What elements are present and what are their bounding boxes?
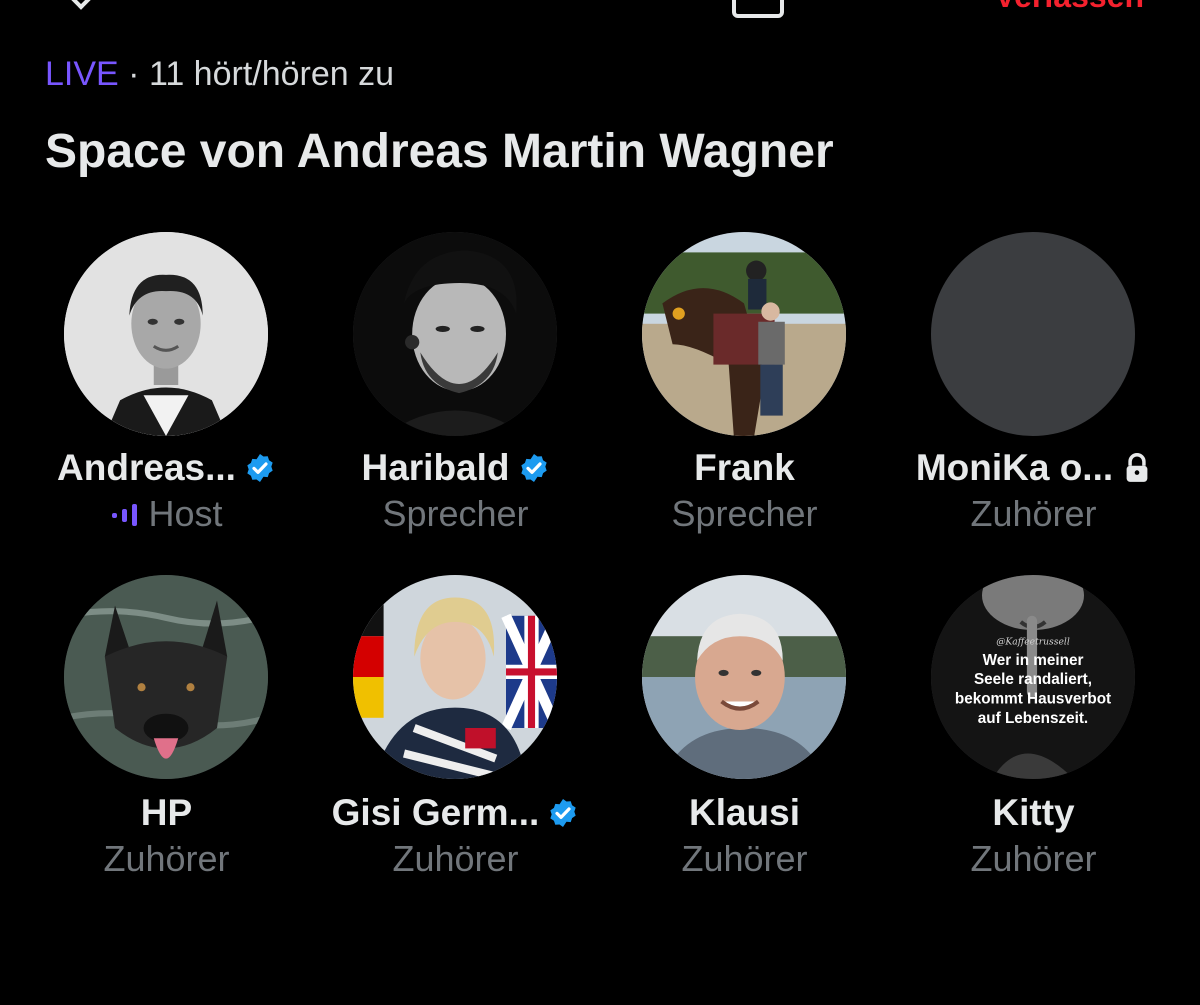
participant-name: Haribald: [361, 447, 510, 488]
participant-role: Zuhörer: [970, 493, 1097, 534]
participant-name: Klausi: [688, 792, 801, 833]
avatar[interactable]: [353, 575, 557, 779]
space-status: LIVE · 11 hört/hören zu: [45, 54, 394, 94]
status-separator: ·: [118, 55, 149, 93]
avatar[interactable]: [931, 232, 1135, 436]
participant-name: Kitty: [992, 792, 1075, 833]
participant-name: Gisi Germ...: [331, 792, 540, 833]
watermark-text: @Kaffeetrussell: [996, 636, 1070, 647]
quote-line: Seele randaliert,: [974, 671, 1092, 688]
speaking-bars-icon: [112, 504, 138, 526]
verified-badge-icon: [550, 799, 577, 827]
live-label: LIVE: [45, 55, 119, 93]
participant-haribald[interactable]: Haribald Sprecher: [311, 230, 600, 555]
quote-line: auf Lebenszeit.: [978, 710, 1088, 727]
participant-role: Host: [148, 493, 223, 534]
participant-name: Frank: [694, 447, 795, 488]
participant-monika[interactable]: MoniKa o... Zuhörer: [889, 230, 1178, 555]
participant-name: MoniKa o...: [915, 447, 1114, 488]
avatar[interactable]: @Kaffeetrussell Wer in meiner Seele rand…: [931, 575, 1135, 779]
share-icon[interactable]: [732, 0, 784, 18]
quote-line: bekommt Hausverbot: [955, 691, 1111, 708]
verified-badge-icon: [520, 454, 547, 482]
top-bar: Verlassen: [0, 0, 1200, 20]
lock-icon: [1126, 453, 1148, 482]
verified-badge-icon: [247, 454, 273, 482]
leave-button[interactable]: Verlassen: [995, 0, 1144, 12]
participant-name-row: Andreas...: [22, 446, 311, 490]
participant-role: Zuhörer: [103, 838, 230, 879]
participant-role: Sprecher: [382, 493, 529, 534]
participant-role-row: Host: [22, 492, 311, 536]
participant-andreas[interactable]: Andreas... Host: [22, 230, 311, 555]
participant-name: Andreas...: [57, 447, 236, 488]
avatar[interactable]: [642, 232, 846, 436]
participant-klausi[interactable]: Klausi Zuhörer: [600, 575, 889, 900]
participant-hp[interactable]: HP Zuhörer: [22, 575, 311, 900]
participant-name-row: Gisi Germ...: [311, 791, 600, 835]
participant-name-row: MoniKa o...: [889, 446, 1178, 490]
participant-role: Zuhörer: [970, 838, 1097, 879]
participant-role: Sprecher: [671, 493, 818, 534]
quote-line: Wer in meiner: [983, 652, 1084, 669]
avatar[interactable]: [64, 575, 268, 779]
avatar[interactable]: [642, 575, 846, 779]
chevron-down-icon[interactable]: [68, 0, 94, 10]
listener-count: 11 hört/hören zu: [148, 55, 395, 93]
participant-gisi[interactable]: Gisi Germ... Zuhörer: [311, 575, 600, 900]
avatar[interactable]: [353, 232, 557, 436]
participant-name-row: Haribald: [311, 446, 600, 490]
participant-frank[interactable]: Frank Sprecher: [600, 230, 889, 555]
avatar[interactable]: [64, 232, 268, 436]
participant-kitty[interactable]: @Kaffeetrussell Wer in meiner Seele rand…: [889, 575, 1178, 900]
participants-grid: Andreas... Host Haribald Sprecher Frank …: [22, 230, 1178, 900]
space-title: Space von Andreas Martin Wagner: [45, 125, 834, 178]
participant-name: HP: [140, 792, 193, 833]
participant-role: Zuhörer: [392, 838, 519, 879]
participant-role: Zuhörer: [681, 838, 808, 879]
